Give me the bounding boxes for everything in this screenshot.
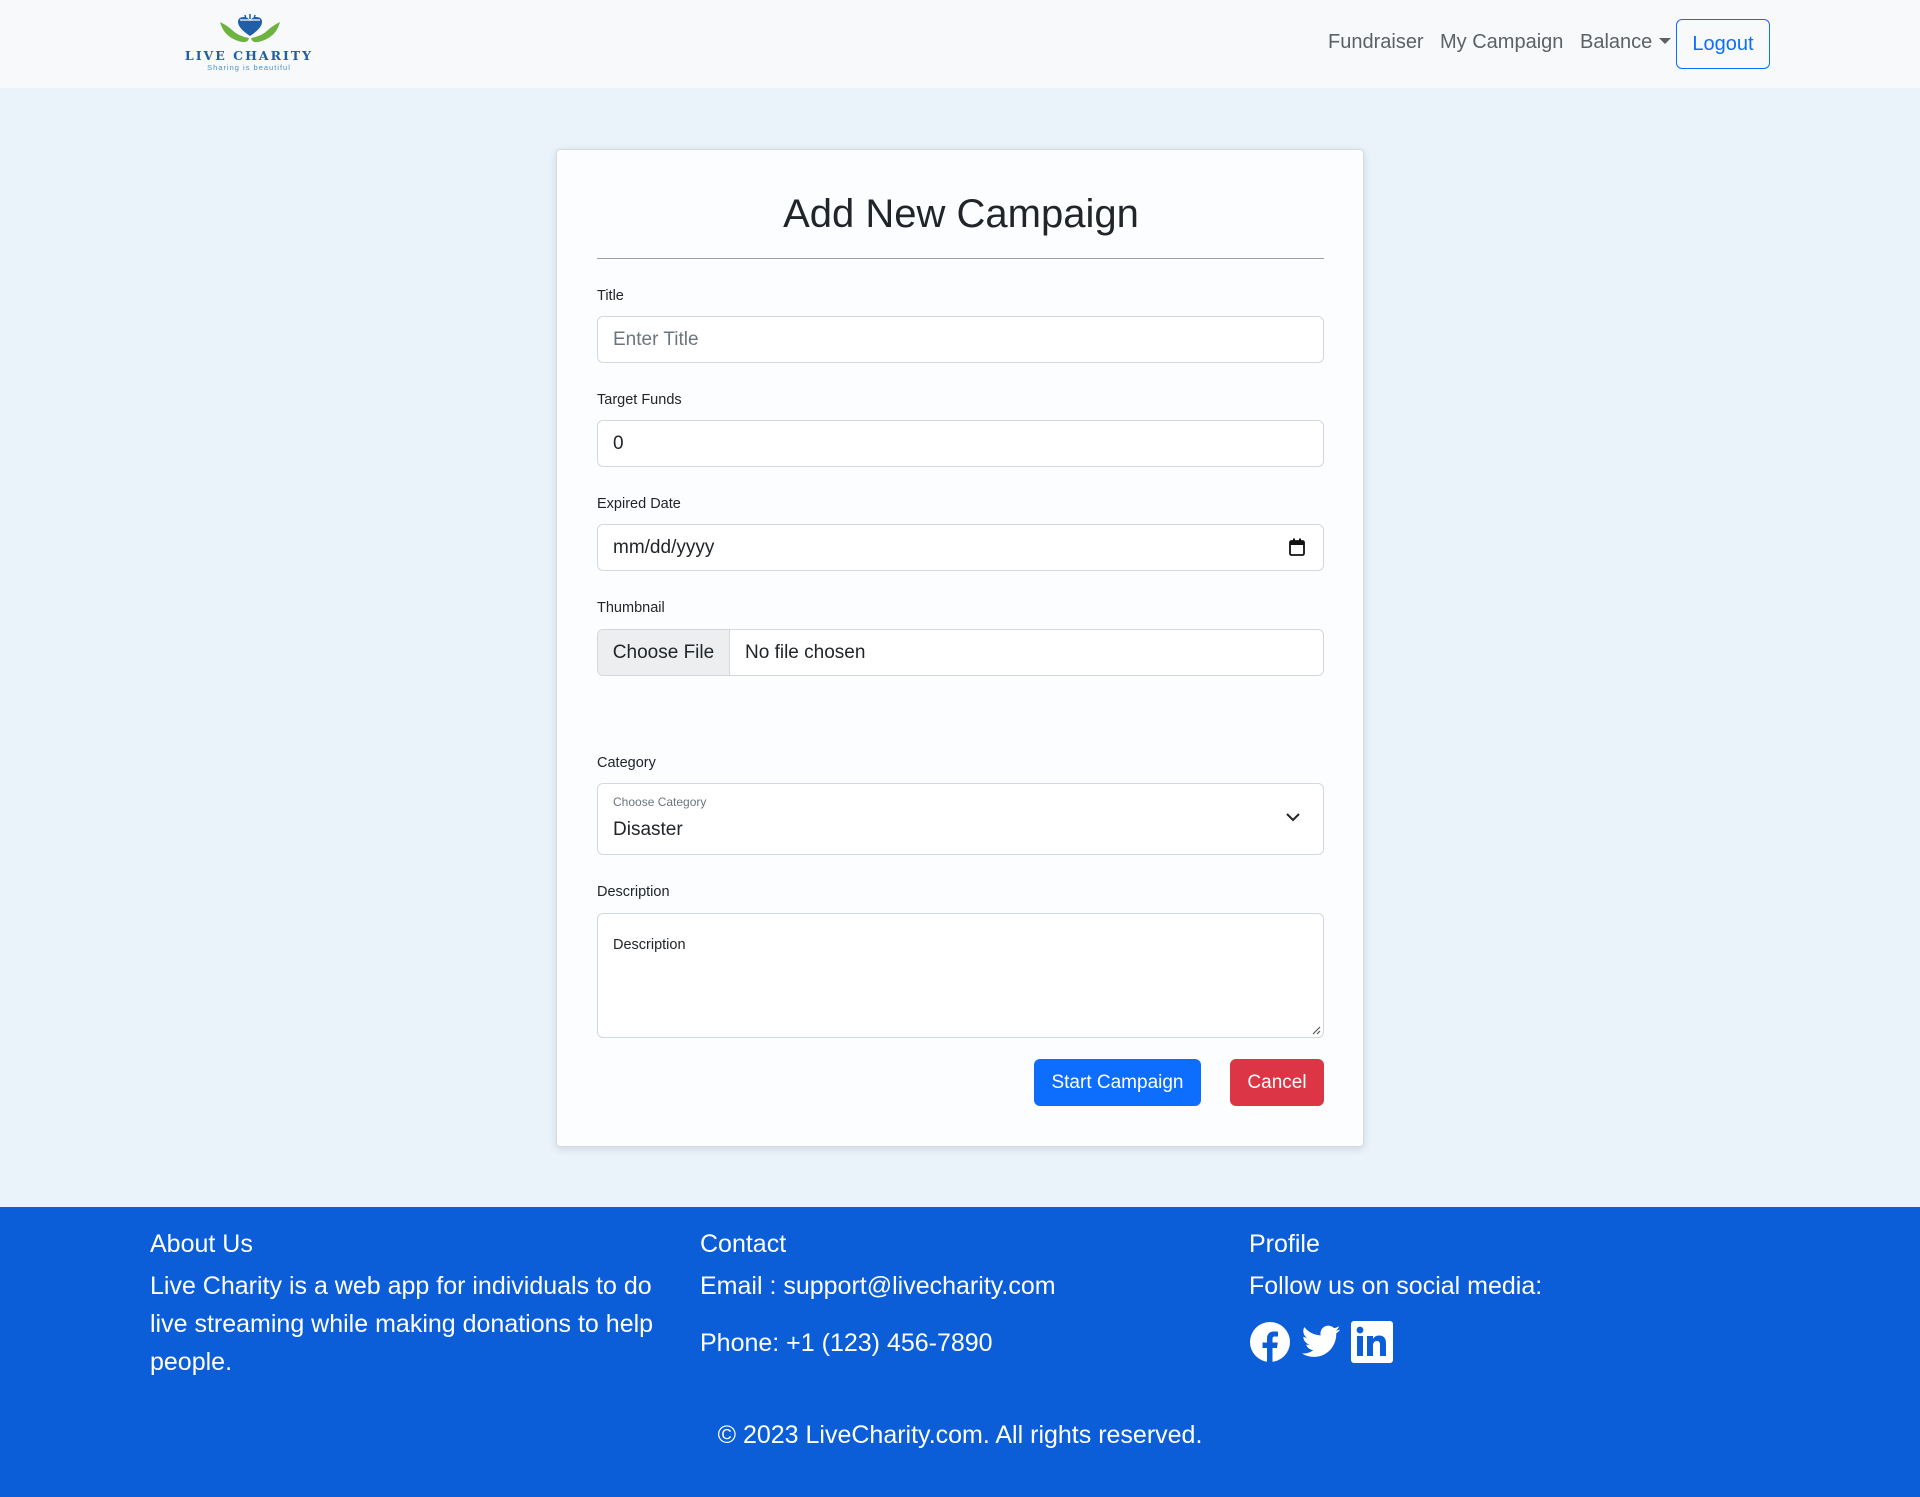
- copyright: © 2023 LiveCharity.com. All rights reser…: [717, 1421, 1203, 1449]
- charity-hands-icon: [220, 14, 280, 43]
- target-funds-input[interactable]: 0: [597, 420, 1324, 467]
- add-campaign-card: Add New Campaign Title Enter Title Targe…: [556, 149, 1364, 1147]
- choose-file-button[interactable]: Choose File: [598, 630, 730, 675]
- calendar-icon[interactable]: [1289, 538, 1305, 556]
- target-funds-label: Target Funds: [597, 392, 682, 408]
- profile-text: Follow us on social media:: [1249, 1272, 1543, 1300]
- footer: About Us Live Charity is a web app for i…: [0, 1207, 1920, 1497]
- category-floating-label: Choose Category: [613, 795, 707, 809]
- nav-balance-dropdown[interactable]: Balance: [1580, 31, 1672, 54]
- file-status: No file chosen: [745, 642, 866, 663]
- contact-email[interactable]: Email : support@livecharity.com: [700, 1267, 1220, 1305]
- social-links: [1249, 1321, 1769, 1363]
- thumbnail-file-input[interactable]: Choose File No file chosen: [597, 629, 1324, 676]
- resize-handle-icon[interactable]: [1311, 1025, 1321, 1035]
- brand-tagline: Sharing is beautiful: [207, 63, 291, 72]
- footer-contact: Contact Email : support@livecharity.com …: [700, 1227, 1220, 1362]
- expired-date-label: Expired Date: [597, 496, 681, 512]
- description-textarea[interactable]: Description: [597, 913, 1324, 1038]
- thumbnail-label: Thumbnail: [597, 600, 665, 616]
- cancel-button[interactable]: Cancel: [1230, 1059, 1324, 1106]
- logout-button[interactable]: Logout: [1676, 19, 1770, 69]
- footer-about: About Us Live Charity is a web app for i…: [150, 1227, 670, 1381]
- title-label: Title: [597, 288, 624, 304]
- page-title: Add New Campaign: [783, 192, 1139, 236]
- title-input[interactable]: Enter Title: [597, 316, 1324, 363]
- nav-fundraiser[interactable]: Fundraiser: [1328, 31, 1424, 54]
- profile-heading: Profile: [1249, 1230, 1320, 1258]
- footer-profile: Profile Follow us on social media:: [1249, 1227, 1769, 1363]
- facebook-icon[interactable]: [1249, 1321, 1291, 1363]
- chevron-down-icon: [1286, 813, 1300, 822]
- navbar: LIVE CHARITY Sharing is beautiful Fundra…: [0, 0, 1920, 88]
- start-campaign-button[interactable]: Start Campaign: [1034, 1059, 1201, 1106]
- category-value: Disaster: [613, 819, 683, 840]
- description-placeholder: Description: [613, 937, 686, 953]
- about-text: Live Charity is a web app for individual…: [150, 1272, 654, 1376]
- nav-balance-label: Balance: [1580, 31, 1653, 53]
- category-select[interactable]: Choose Category Disaster: [597, 783, 1324, 855]
- brand-logo[interactable]: LIVE CHARITY Sharing is beautiful: [176, 14, 324, 74]
- description-label: Description: [597, 884, 670, 900]
- caret-down-icon: [1659, 38, 1672, 44]
- contact-phone: Phone: +1 (123) 456-7890: [700, 1329, 993, 1357]
- expired-date-input[interactable]: mm/dd/yyyy: [597, 524, 1324, 571]
- category-label: Category: [597, 755, 656, 771]
- contact-heading: Contact: [700, 1230, 787, 1258]
- brand-name: LIVE CHARITY: [184, 48, 314, 63]
- expired-date-value: mm/dd/yyyy: [613, 537, 715, 558]
- title-divider: [597, 258, 1324, 259]
- about-heading: About Us: [150, 1230, 253, 1258]
- nav-my-campaign[interactable]: My Campaign: [1440, 31, 1563, 54]
- linkedin-icon[interactable]: [1351, 1321, 1393, 1363]
- twitter-icon[interactable]: [1300, 1321, 1342, 1363]
